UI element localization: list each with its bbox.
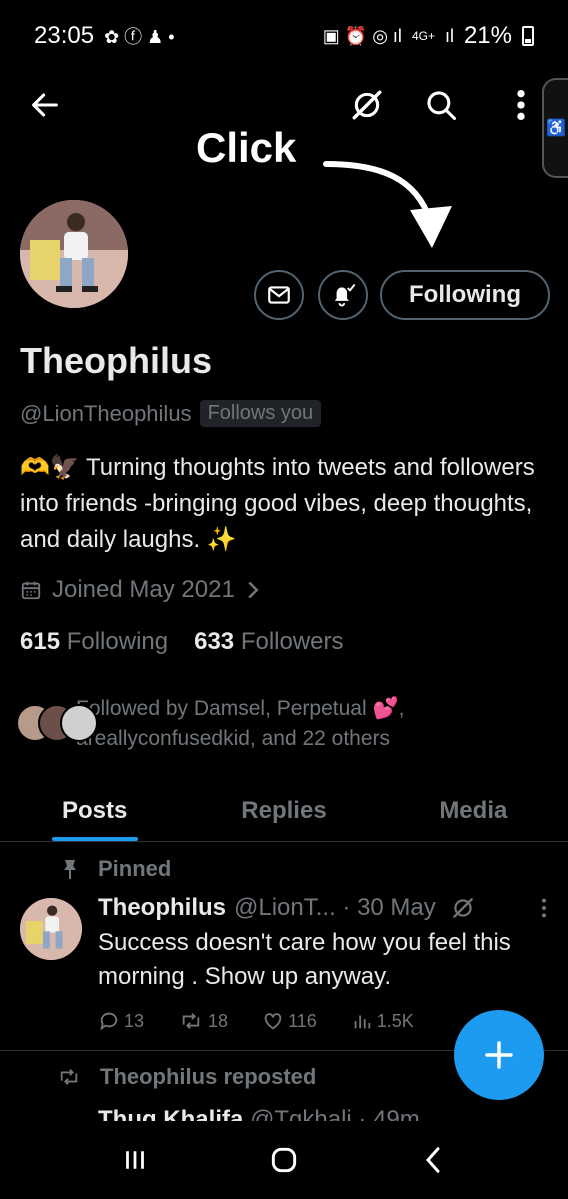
battery-percent: 21%: [463, 22, 512, 49]
tab-label: Posts: [61, 796, 128, 824]
accessibility-icon: ♿: [546, 120, 566, 137]
grok-icon[interactable]: [450, 895, 476, 921]
post-header: Theophilus @LionT... · 30 May: [98, 894, 548, 922]
home-icon: [271, 1147, 297, 1173]
status-bar: 23:05 ✿ ⓕ ♟ • ▣ ⏰ ◎ ıl 4G+ ıl 21%: [0, 0, 568, 72]
post-author[interactable]: Theophilus: [98, 894, 226, 922]
profile-tabs: Posts Replies Media: [0, 780, 568, 842]
post-actions: 13 18 116 1.5K: [98, 1010, 414, 1032]
following-count: 615: [20, 628, 61, 655]
profile-bio: 🫶🦅 Turning thoughts into tweets and foll…: [20, 454, 535, 553]
more-vertical-icon: [517, 89, 525, 121]
search-button[interactable]: [416, 80, 466, 130]
follows-you-badge: Follows you: [199, 400, 322, 427]
following-button[interactable]: Following: [380, 270, 550, 320]
system-icons: ▣ ⏰ ◎ ıl: [322, 25, 402, 46]
chevron-right-icon: [248, 581, 259, 599]
compose-button[interactable]: [454, 1010, 544, 1100]
grok-icon: [352, 90, 382, 120]
clock: 23:05: [34, 22, 95, 49]
avatar: [60, 704, 98, 742]
notification-icons: ✿ ⓕ ♟ •: [104, 27, 175, 47]
repost-label: Theophilus reposted: [100, 1064, 317, 1089]
pinned-indicator: Pinned: [60, 856, 171, 882]
back-button[interactable]: [20, 80, 70, 130]
plus-icon: [485, 1041, 513, 1069]
more-vertical-icon[interactable]: [540, 897, 548, 919]
views-button[interactable]: 1.5K: [351, 1010, 414, 1032]
repost-icon: [60, 1069, 78, 1085]
tab-replies[interactable]: Replies: [189, 780, 378, 841]
bell-check-icon: [334, 283, 356, 307]
mutual-avatars: [16, 704, 98, 744]
like-count: 116: [288, 1010, 317, 1031]
annotation-arrow-icon: [323, 161, 452, 248]
back-nav-button[interactable]: [403, 1130, 463, 1190]
reply-count: 13: [124, 1010, 145, 1031]
followers-label: Followers: [240, 628, 344, 655]
joined-date: Joined May 2021: [52, 576, 235, 603]
profile-avatar[interactable]: [20, 200, 128, 308]
followers-count: 633: [194, 628, 235, 655]
tab-label: Replies: [241, 796, 327, 824]
envelope-icon: [268, 286, 290, 304]
repost-indicator: Theophilus reposted: [56, 1064, 316, 1090]
network-type: 4G+: [411, 29, 435, 43]
post-avatar[interactable]: [20, 898, 82, 960]
back-chevron-icon: [426, 1147, 440, 1173]
more-button[interactable]: [496, 80, 546, 130]
view-count: 1.5K: [376, 1010, 414, 1031]
following-link[interactable]: 615 Following: [20, 628, 168, 656]
views-chart-icon: [354, 1015, 371, 1029]
followers-link[interactable]: 633 Followers: [194, 628, 343, 656]
message-button[interactable]: [254, 270, 304, 320]
followed-by[interactable]: Followed by Damsel, Perpetual 💕, areally…: [16, 694, 546, 754]
repost-count: 18: [208, 1010, 229, 1031]
followed-by-text: Followed by Damsel, Perpetual 💕, areally…: [76, 697, 405, 750]
post-text: Success doesn't care how you feel this m…: [98, 929, 511, 990]
accessibility-tab[interactable]: ♿: [542, 78, 568, 178]
home-button[interactable]: [254, 1130, 314, 1190]
signal-icon: ıl: [444, 25, 454, 46]
pinned-label: Pinned: [98, 856, 172, 881]
joined-row[interactable]: Joined May 2021: [20, 576, 261, 604]
following-label: Following: [66, 628, 169, 655]
handle-row: @LionTheophilus Follows you: [20, 400, 322, 427]
repost-button[interactable]: 18: [178, 1010, 228, 1032]
pin-icon: [64, 860, 76, 879]
profile-handle: @LionTheophilus: [20, 400, 192, 426]
tab-label: Media: [439, 796, 508, 824]
follow-counts: 615 Following 633 Followers: [20, 628, 344, 656]
recents-button[interactable]: [105, 1130, 165, 1190]
repost-icon: [182, 1013, 200, 1029]
reply-icon: [100, 1012, 118, 1031]
battery-icon: [522, 26, 534, 46]
tab-posts[interactable]: Posts: [0, 780, 189, 841]
recents-icon: [125, 1151, 144, 1169]
reply-button[interactable]: 13: [98, 1010, 144, 1032]
search-icon: [427, 91, 457, 121]
profile-name: Theophilus: [20, 340, 212, 381]
notify-button[interactable]: [318, 270, 368, 320]
avatar-photo: [20, 898, 82, 960]
grok-button[interactable]: [342, 80, 392, 130]
like-button[interactable]: 116: [262, 1010, 317, 1032]
calendar-icon: [21, 581, 41, 600]
android-nav-bar: [0, 1121, 568, 1199]
post-handle-date: @LionT... · 30 May: [234, 894, 436, 921]
avatar-photo: [20, 200, 128, 308]
tab-media[interactable]: Media: [379, 780, 568, 841]
back-arrow-icon: [32, 93, 58, 117]
click-annotation: Click: [196, 124, 297, 171]
heart-icon: [264, 1013, 282, 1030]
